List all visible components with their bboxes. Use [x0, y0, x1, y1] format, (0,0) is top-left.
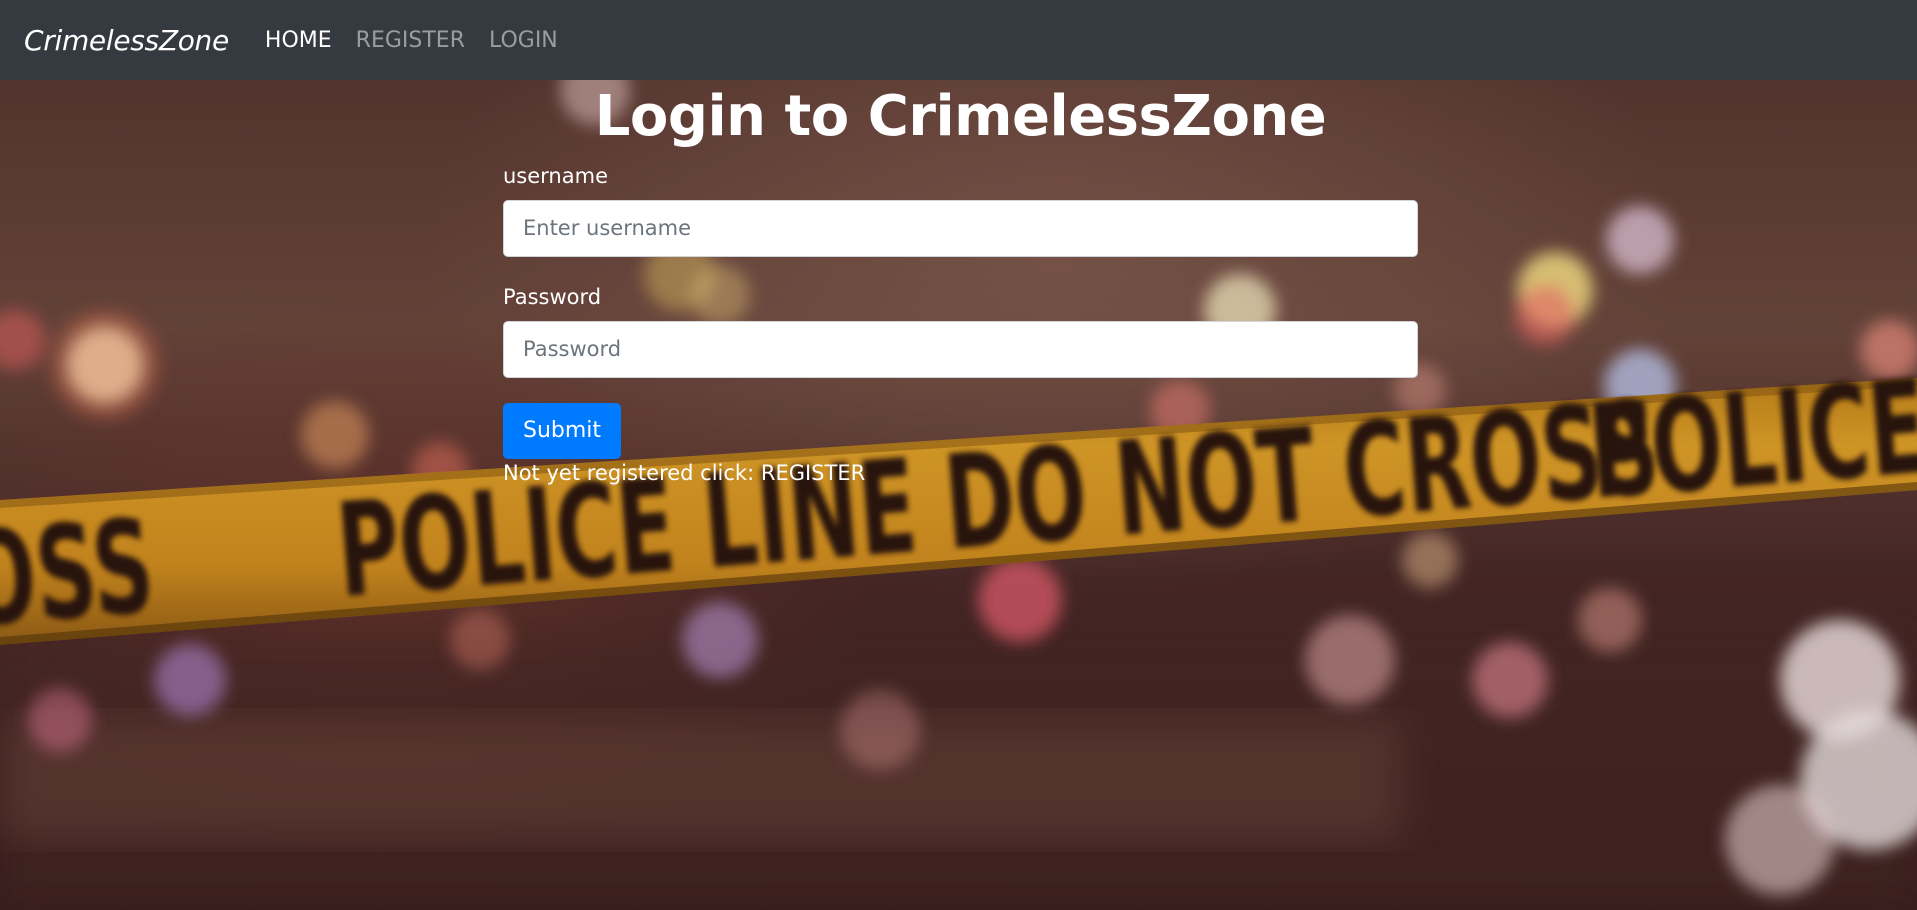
- register-prompt-text: Not yet registered click:: [503, 460, 761, 485]
- register-prompt: Not yet registered click: REGISTER: [503, 461, 1418, 485]
- nav-link-home[interactable]: HOME: [265, 28, 332, 53]
- nav-link-register[interactable]: REGISTER: [356, 28, 465, 53]
- nav-menu: HOME REGISTER LOGIN: [265, 28, 558, 53]
- submit-button[interactable]: Submit: [503, 402, 622, 459]
- register-link[interactable]: REGISTER: [761, 461, 865, 485]
- password-label: Password: [503, 284, 602, 309]
- username-label: username: [503, 163, 608, 188]
- password-input[interactable]: [503, 320, 1418, 378]
- username-input[interactable]: [503, 199, 1418, 257]
- login-form: Login to CrimelessZone username Password…: [503, 80, 1418, 485]
- brand-logo[interactable]: CrimelessZone: [24, 24, 229, 57]
- page-title: Login to CrimelessZone: [594, 84, 1327, 149]
- nav-link-login[interactable]: LOGIN: [489, 28, 558, 53]
- navbar: CrimelessZone HOME REGISTER LOGIN: [0, 0, 1917, 80]
